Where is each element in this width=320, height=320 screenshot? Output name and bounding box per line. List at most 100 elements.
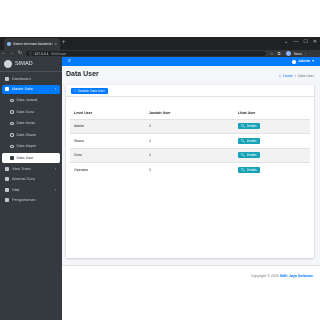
table-row: Siswa 1 🔍︎ Details <box>70 133 310 148</box>
browser-menu-icon[interactable]: ⋮ <box>304 51 308 56</box>
home-icon: ⌂ <box>278 73 282 78</box>
chevron-icon: ‹ <box>54 87 56 92</box>
toolbar-icons: ☆ ⧉ <box>270 51 280 56</box>
sidebar-item-data-kelas[interactable]: Data Kelas <box>2 118 60 129</box>
user-plus-icon <box>10 156 14 160</box>
sidebar-item-nilai[interactable]: Nilai ‹ <box>2 185 60 195</box>
announcement-icon <box>5 198 9 203</box>
sidebar-item-data-mapel[interactable]: Data Mapel <box>2 141 60 152</box>
tab-close-icon[interactable]: × <box>55 42 57 46</box>
class-icon <box>10 121 14 125</box>
sidebar-item-label: Dashboard <box>12 76 31 81</box>
url-input[interactable]: ⓘ 127.0.0.1 :8000/user <box>26 51 266 56</box>
cell-action: 🔍︎ Details <box>234 118 310 134</box>
window-close-icon[interactable]: ✕ <box>313 38 317 46</box>
sidebar-item-data-siswa[interactable]: Data Siswa <box>2 130 60 141</box>
grade-icon <box>5 187 9 192</box>
breadcrumb-home[interactable]: Home <box>283 74 293 78</box>
hamburger-menu-icon[interactable]: ≡ <box>68 59 71 64</box>
sidebar-item-label: Nilai <box>12 187 20 192</box>
back-arrow-icon[interactable]: ← <box>0 50 8 57</box>
details-button[interactable]: 🔍︎ Details <box>238 137 260 144</box>
top-navbar: ≡ Admin ▾ <box>62 57 320 66</box>
sidebar-item-dashboard[interactable]: Dashboard <box>2 74 60 84</box>
book-icon <box>10 144 14 148</box>
page-title: Data User <box>66 71 99 78</box>
brand[interactable]: SIMAD <box>0 57 62 72</box>
favicon-icon <box>7 42 11 46</box>
sidebar-item-label: Data User <box>16 155 34 160</box>
breadcrumb-separator: / <box>294 73 296 78</box>
sidebar-item-data-jadwal[interactable]: Data Jadwal <box>2 95 60 106</box>
sidebar-item-master-data[interactable]: Master Data ‹ <box>2 84 60 94</box>
copyright-text: Copyright © 2020 <box>250 274 279 278</box>
profile-button[interactable]: Tamu ⋮ <box>286 51 308 56</box>
cell-count: 1 <box>145 162 234 177</box>
user-menu[interactable]: Admin ▾ <box>292 59 314 64</box>
sidebar-item-label: Data Guru <box>16 109 35 114</box>
details-label: Details <box>246 138 257 143</box>
minimize-icon[interactable]: — <box>293 38 298 46</box>
sidebar-item-absensi-guru[interactable]: Absensi Guru <box>2 175 60 185</box>
tab-title: Sistem Informasi Akademik Seko <box>13 42 53 46</box>
cell-level: Operator <box>70 162 145 177</box>
details-button[interactable]: 🔍︎ Details <box>238 152 260 159</box>
bookmark-star-icon[interactable]: ☆ <box>270 51 274 56</box>
database-icon <box>5 87 9 92</box>
url-path: :8000/user <box>50 51 67 56</box>
footer-brand-link[interactable]: SMK Jaya Software. <box>280 274 314 278</box>
sidebar-item-view-trash[interactable]: View Trash ‹ <box>2 164 60 174</box>
search-icon: 🔍︎ <box>241 153 246 158</box>
plus-icon: + <box>74 89 76 93</box>
card-header: + Tambah Data User <box>66 85 314 97</box>
tab-search-icon[interactable]: ⌄ <box>284 38 288 46</box>
cell-level: Guru <box>70 147 145 163</box>
sidebar: SIMAD Dashboard Master Data ‹ Data Jadwa… <box>0 57 62 320</box>
sidebar-item-label: Data Siswa <box>16 132 36 137</box>
details-button[interactable]: 🔍︎ Details <box>238 123 260 130</box>
sidebar-item-label: Data Kelas <box>16 121 36 126</box>
table-row: Operator 1 🔍︎ Details <box>70 162 310 177</box>
sidebar-item-data-guru[interactable]: Data Guru <box>2 107 60 118</box>
profile-label: Tamu <box>293 51 302 56</box>
column-header-level: Level User <box>70 107 145 120</box>
calendar-icon <box>10 98 14 102</box>
details-button[interactable]: 🔍︎ Details <box>238 167 260 173</box>
footer: Copyright © 2020 SMK Jaya Software. <box>62 265 320 285</box>
reload-icon[interactable]: ↻ <box>16 50 24 57</box>
sidebar-item-label: Absensi Guru <box>12 177 36 182</box>
new-tab-button[interactable]: + <box>62 39 66 47</box>
browser-tab[interactable]: Sistem Informasi Akademik Seko × <box>4 38 60 50</box>
user-name: Admin <box>298 59 311 63</box>
cell-action: 🔍︎ Details <box>234 133 310 148</box>
forward-arrow-icon[interactable]: → <box>8 50 16 57</box>
add-user-label: Tambah Data User <box>77 89 105 93</box>
column-header-view: Lihat User <box>234 107 310 120</box>
teacher-icon <box>10 110 14 114</box>
table-header-row: Level User Jumlah User Lihat User <box>70 107 310 120</box>
dashboard-icon <box>5 76 9 81</box>
sidebar-item-label: View Trash <box>12 166 31 171</box>
address-bar: ← → ↻ ⓘ 127.0.0.1 :8000/user ☆ ⧉ Tamu ⋮ <box>0 50 320 57</box>
search-icon: 🔍︎ <box>241 138 246 143</box>
table-row: Guru 1 🔍︎ Details <box>70 147 310 163</box>
sidebar-item-data-user[interactable]: Data User <box>2 152 60 163</box>
profile-avatar <box>286 51 292 56</box>
cell-count: 1 <box>145 147 234 163</box>
brand-name: SIMAD <box>15 61 33 67</box>
cell-count: 1 <box>145 118 234 134</box>
add-user-button[interactable]: + Tambah Data User <box>71 88 108 94</box>
sidebar-item-label: Pengumuman <box>12 198 36 203</box>
details-label: Details <box>246 124 257 129</box>
url-host: 127.0.0.1 <box>34 51 49 56</box>
cell-level: Admin <box>70 118 145 134</box>
sidebar-item-pengumuman[interactable]: Pengumuman <box>2 196 60 206</box>
student-icon <box>10 133 14 137</box>
extensions-icon[interactable]: ⧉ <box>278 51 281 56</box>
maximize-icon[interactable]: ☐ <box>303 38 307 46</box>
user-avatar-icon <box>292 59 297 64</box>
brand-logo <box>4 60 12 68</box>
chevron-icon: ‹ <box>54 166 56 171</box>
user-card: + Tambah Data User Level User Jumlah Use… <box>66 85 314 258</box>
window-controls: ⌄ — ☐ ✕ <box>284 38 317 46</box>
